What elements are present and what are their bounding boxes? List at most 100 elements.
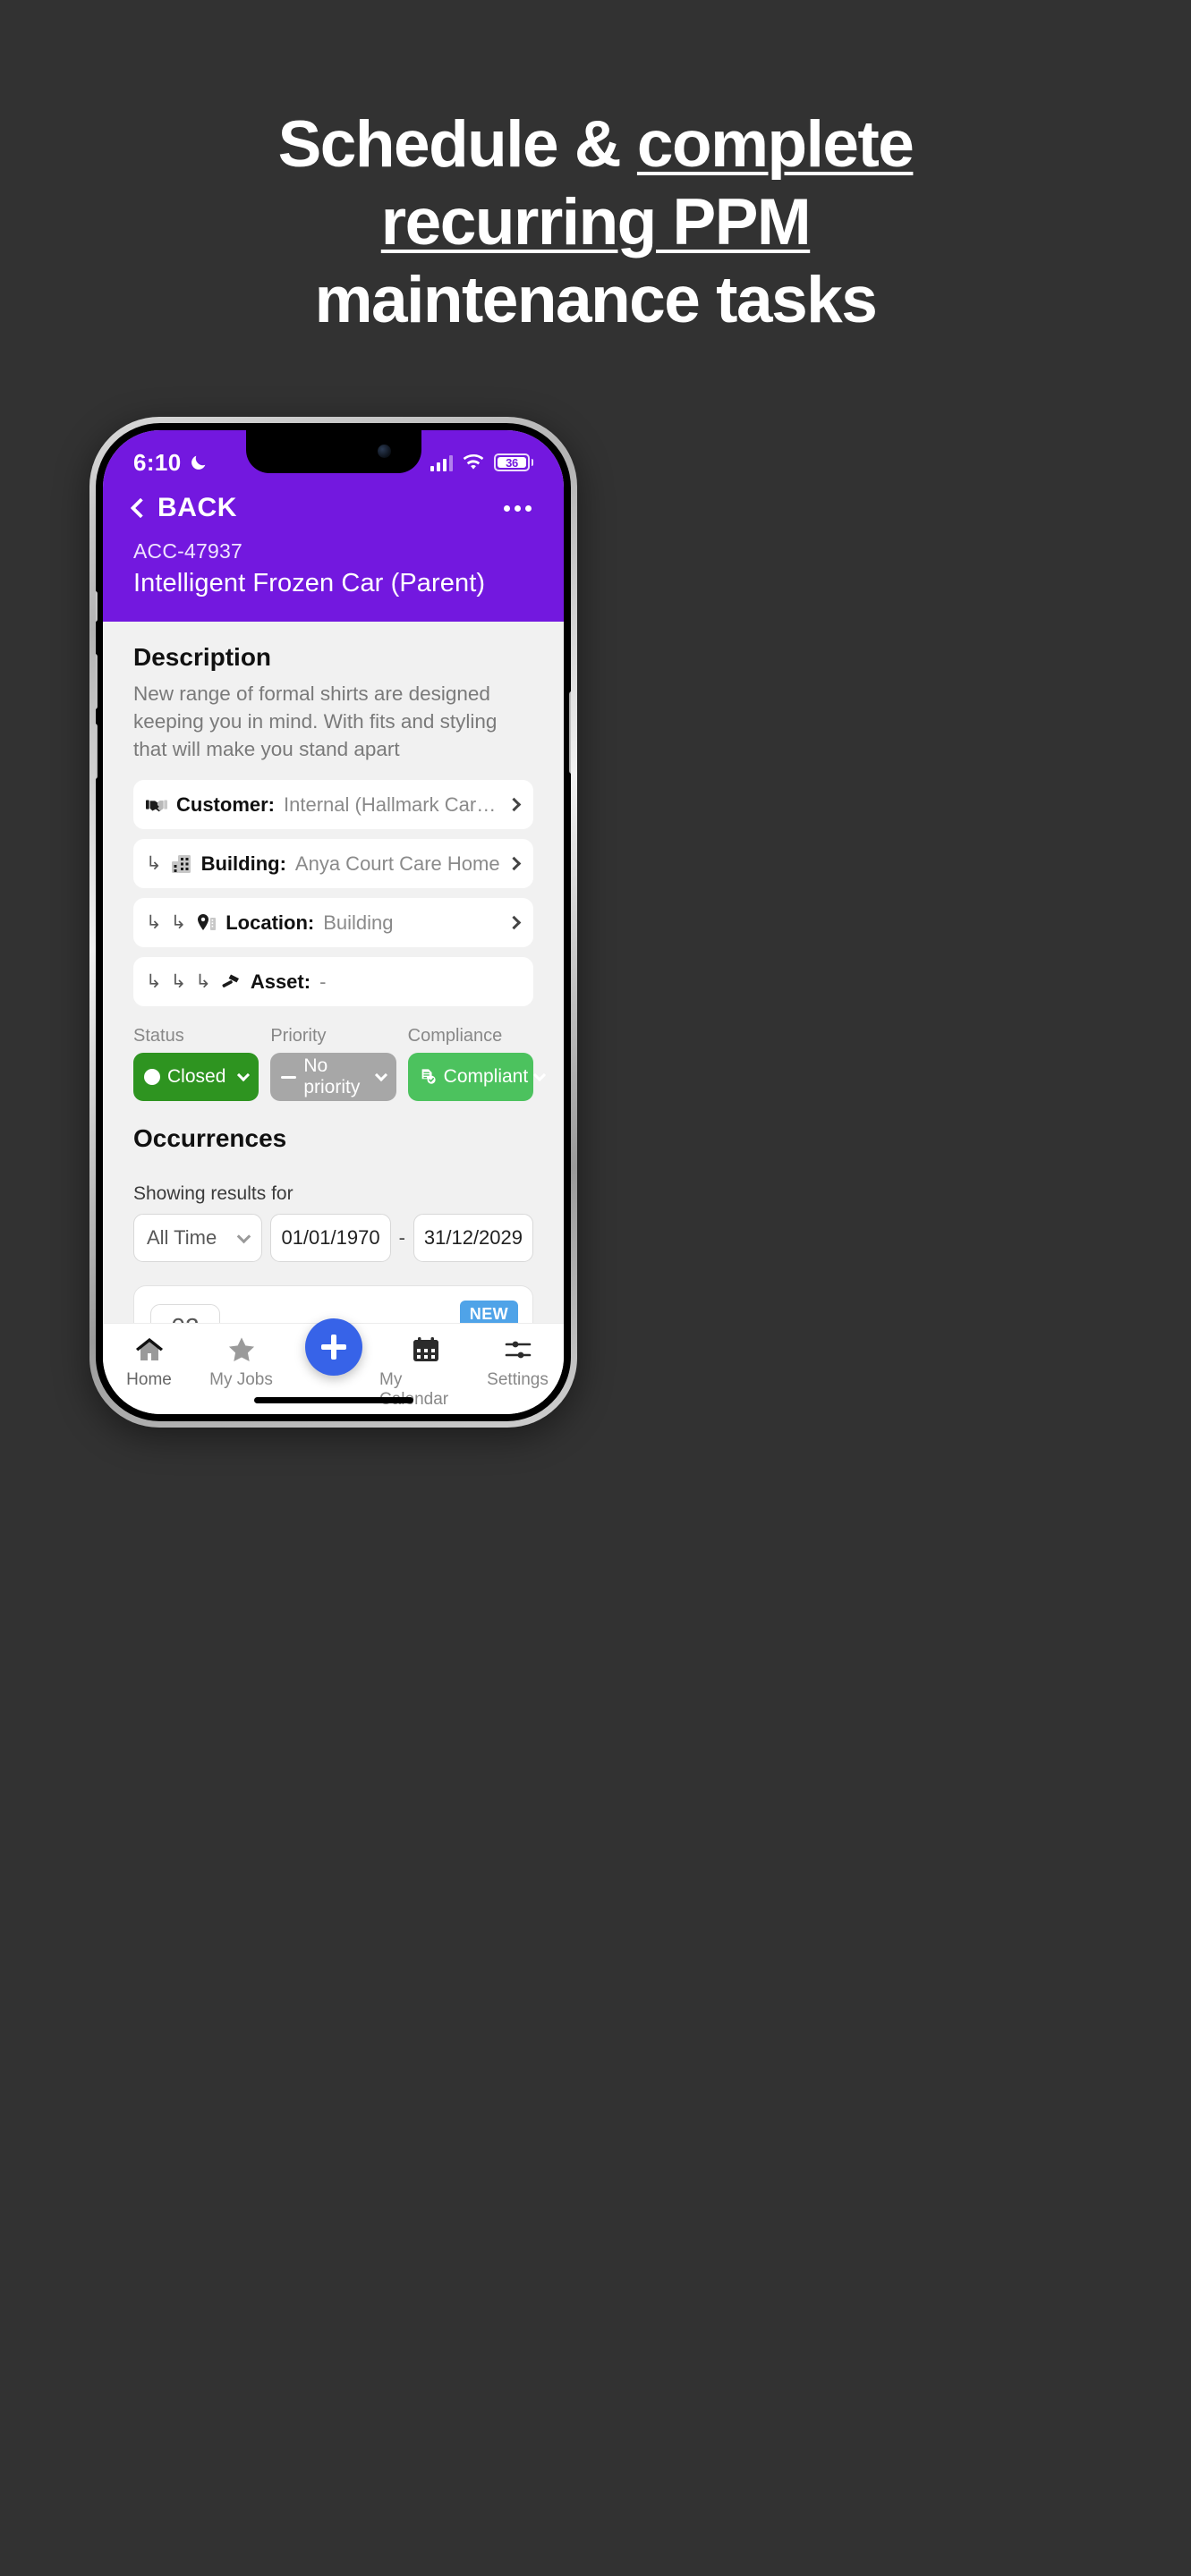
relation-row-customer[interactable]: Customer: Internal (Hallmark Care Homes) — [133, 780, 533, 829]
status-pill-column: Status Closed — [133, 1026, 259, 1101]
tab-home-label: Home — [126, 1370, 172, 1389]
volume-down-button[interactable] — [96, 724, 98, 779]
dash-icon — [281, 1075, 297, 1079]
compliance-dropdown[interactable]: Compliant — [407, 1053, 547, 1101]
status-bar-right: 36 — [430, 453, 533, 471]
tab-settings[interactable]: Settings — [472, 1336, 564, 1390]
tab-my-calendar-label: My Calendar — [379, 1370, 449, 1409]
occurrence-filters: All Time 01/01/1970 - 31/12/2029 — [133, 1214, 533, 1262]
tab-create[interactable] — [287, 1318, 379, 1383]
front-camera-icon — [377, 445, 391, 458]
status-caption: Status — [133, 1026, 184, 1046]
tab-my-jobs[interactable]: My Jobs — [195, 1336, 287, 1390]
tab-home[interactable]: Home — [103, 1336, 195, 1390]
mute-switch[interactable] — [96, 591, 98, 622]
indent-arrow-icon: ↳ — [195, 971, 211, 992]
wifi-icon — [463, 454, 484, 470]
chevron-right-icon — [506, 915, 522, 930]
relation-label: Customer: — [176, 792, 276, 816]
status-bar-left: 6:10 — [133, 449, 208, 477]
headline-highlight-2: recurring PPM — [380, 183, 812, 272]
chevron-down-icon — [533, 1068, 547, 1082]
power-button[interactable] — [569, 691, 571, 774]
phone-screen: 6:10 36 BACK ACC-47937 Intelligent Froze… — [103, 430, 564, 1414]
chevron-right-icon — [506, 797, 522, 812]
relation-label: Building: — [200, 852, 286, 875]
battery-percent: 36 — [498, 456, 526, 470]
relation-value: Anya Court Care Home — [294, 852, 500, 875]
tab-settings-label: Settings — [487, 1370, 549, 1389]
map-pin-icon — [198, 913, 217, 930]
status-bar: 6:10 36 — [103, 430, 564, 486]
relation-value: Building — [323, 911, 394, 934]
status-value: Closed — [167, 1066, 226, 1087]
battery-icon: 36 — [494, 453, 533, 471]
indent-arrow-icon: ↳ — [146, 912, 162, 933]
job-reference: ACC-47937 — [133, 539, 242, 563]
star-icon — [228, 1337, 254, 1362]
showing-results-label: Showing results for — [133, 1183, 293, 1204]
hammer-icon — [222, 974, 239, 987]
indent-arrow-icon: ↳ — [146, 971, 162, 992]
chevron-down-icon — [237, 1068, 251, 1082]
relation-row-asset[interactable]: ↳ ↳ ↳ Asset: - — [133, 957, 533, 1006]
relation-value: - — [319, 970, 327, 993]
promo-headline: Schedule & complete recurring PPM mainte… — [0, 106, 1191, 339]
handshake-icon — [146, 799, 167, 811]
relation-label: Asset: — [250, 970, 311, 993]
relation-value: Internal (Hallmark Care Homes) — [284, 792, 500, 816]
app-header: BACK ACC-47937 Intelligent Frozen Car (P… — [103, 486, 564, 622]
date-from-input[interactable]: 01/01/1970 — [270, 1214, 391, 1262]
status-pill-row: Status Closed Priority No priority Compl… — [133, 1026, 547, 1101]
tab-my-jobs-label: My Jobs — [209, 1370, 273, 1389]
occurrences-heading: Occurrences — [133, 1124, 287, 1152]
headline-line-3: maintenance tasks — [314, 264, 878, 336]
priority-dropdown[interactable]: No priority — [270, 1053, 396, 1101]
building-icon — [171, 854, 191, 873]
phone-bezel: 6:10 36 BACK ACC-47937 Intelligent Froze… — [96, 423, 571, 1421]
app-header-top-row: BACK — [130, 493, 533, 523]
page-title: Intelligent Frozen Car (Parent) — [133, 569, 486, 597]
relation-label: Location: — [225, 911, 315, 934]
indent-arrow-icon: ↳ — [170, 912, 187, 933]
description-text: New range of formal shirts are designed … — [133, 682, 498, 760]
headline-line-1: Schedule & complete — [0, 106, 1191, 196]
promo-screenshot: Schedule & complete recurring PPM mainte… — [0, 0, 1191, 2576]
compliance-caption: Compliance — [407, 1026, 503, 1046]
volume-up-button[interactable] — [96, 654, 98, 709]
priority-caption: Priority — [270, 1026, 327, 1046]
description-heading: Description — [133, 643, 272, 671]
calendar-icon — [413, 1337, 438, 1361]
compliance-value: Compliant — [443, 1066, 529, 1087]
indent-arrow-icon: ↳ — [170, 971, 187, 992]
plus-icon — [320, 1335, 346, 1360]
time-range-select[interactable]: All Time — [133, 1214, 263, 1262]
relation-row-location[interactable]: ↳ ↳ Location: Building — [133, 898, 533, 947]
date-from-value: 01/01/1970 — [281, 1226, 380, 1249]
cellular-signal-icon — [430, 454, 453, 471]
overflow-menu-icon[interactable] — [504, 504, 533, 512]
date-to-input[interactable]: 31/12/2029 — [413, 1214, 533, 1262]
back-button[interactable]: BACK — [130, 493, 238, 523]
compliance-pill-column: Compliance Compliant — [407, 1026, 547, 1101]
create-button[interactable] — [304, 1318, 362, 1376]
date-to-value: 31/12/2029 — [423, 1226, 523, 1249]
status-time: 6:10 — [133, 448, 182, 476]
sliders-icon — [505, 1341, 531, 1359]
chevron-left-icon — [130, 497, 151, 519]
status-dropdown[interactable]: Closed — [133, 1053, 259, 1101]
phone-device: 6:10 36 BACK ACC-47937 Intelligent Froze… — [89, 417, 577, 1428]
chevron-right-icon — [506, 856, 522, 871]
home-indicator[interactable] — [253, 1397, 413, 1403]
chevron-down-icon — [374, 1068, 387, 1082]
filled-circle-icon — [144, 1069, 160, 1085]
headline-highlight-1: complete — [636, 106, 915, 196]
detail-body[interactable]: Description New range of formal shirts a… — [103, 622, 564, 1339]
time-range-value: All Time — [147, 1226, 217, 1249]
headline-line-2: recurring PPM — [0, 183, 1191, 272]
moon-icon — [191, 455, 206, 470]
back-button-label: BACK — [157, 493, 238, 522]
document-check-icon — [421, 1069, 436, 1084]
relation-row-building[interactable]: ↳ Building: Anya Court Care Home — [133, 839, 533, 888]
indent-arrow-icon: ↳ — [146, 853, 162, 874]
